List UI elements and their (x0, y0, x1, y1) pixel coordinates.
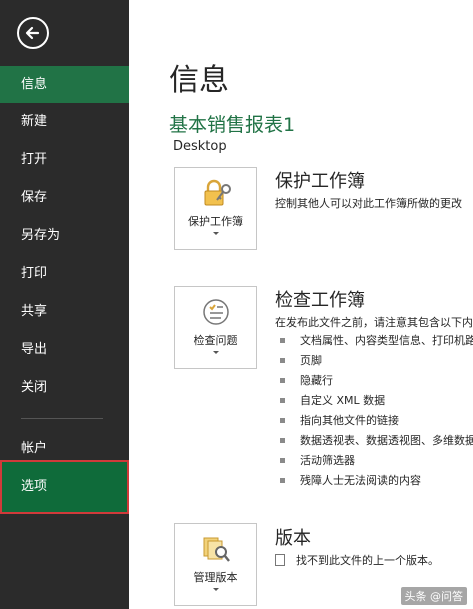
list-item-text: 数据透视表、数据透视图、多维数据集 (300, 434, 473, 447)
protect-workbook-label: 保护工作簿 (188, 215, 243, 228)
inspect-section-description: 在发布此文件之前，请注意其包含以下内容 (275, 316, 473, 329)
versions-status: 找不到此文件的上一个版本。 (275, 552, 439, 568)
list-item-text: 残障人士无法阅读的内容 (300, 474, 421, 487)
watermark: 头条 @问答 (400, 587, 467, 605)
chevron-down-icon (213, 588, 219, 591)
nav-item-new[interactable]: 新建 (0, 105, 129, 139)
page-title: 信息 (169, 63, 229, 98)
check-for-issues-label: 检查问题 (193, 334, 238, 347)
manage-versions-label: 管理版本 (193, 571, 238, 584)
versions-status-text: 找不到此文件的上一个版本。 (296, 554, 439, 567)
nav-item-open[interactable]: 打开 (0, 143, 129, 177)
back-arrow-icon[interactable] (17, 17, 49, 49)
list-item-text: 自定义 XML 数据 (300, 394, 386, 407)
list-item: 文档属性、内容类型信息、打印机路径 (279, 331, 473, 351)
list-item: 残障人士无法阅读的内容 (279, 471, 473, 491)
lock-key-icon (204, 179, 231, 206)
list-item: 页脚 (279, 351, 473, 371)
backstage-sidebar: 信息 新建 打开 保存 另存为 打印 共享 导出 关闭 帐户 选项 (0, 0, 129, 609)
bullet-icon (280, 458, 285, 463)
nav-item-account[interactable]: 帐户 (0, 432, 129, 466)
bullet-icon (280, 418, 285, 423)
nav-item-info[interactable]: 信息 (0, 66, 129, 103)
bullet-icon (280, 398, 285, 403)
inspect-items-list: 文档属性、内容类型信息、打印机路径 页脚 隐藏行 自定义 XML 数据 指向其他… (279, 331, 473, 491)
list-item: 隐藏行 (279, 371, 473, 391)
bullet-icon (280, 438, 285, 443)
nav-divider (21, 418, 103, 419)
back-arrow-glyph (25, 26, 40, 40)
nav-item-export[interactable]: 导出 (0, 333, 129, 367)
list-item-text: 隐藏行 (300, 374, 333, 387)
bullet-icon (280, 338, 285, 343)
inspect-section-title: 检查工作簿 (275, 290, 365, 311)
chevron-down-icon (213, 351, 219, 354)
document-icon (275, 554, 285, 566)
nav-item-close[interactable]: 关闭 (0, 371, 129, 405)
list-item: 数据透视表、数据透视图、多维数据集 (279, 431, 473, 451)
nav-item-options[interactable]: 选项 (0, 460, 129, 514)
protect-workbook-button[interactable]: 保护工作簿 (174, 167, 257, 250)
protect-section-title: 保护工作簿 (275, 171, 365, 192)
chevron-down-icon (213, 232, 219, 235)
nav-item-print[interactable]: 打印 (0, 257, 129, 291)
list-item: 自定义 XML 数据 (279, 391, 473, 411)
nav-item-share[interactable]: 共享 (0, 295, 129, 329)
check-for-issues-button[interactable]: 检查问题 (174, 286, 257, 369)
protect-section-description: 控制其他人可以对此工作簿所做的更改 (275, 197, 462, 210)
bullet-icon (280, 358, 285, 363)
list-item: 活动筛选器 (279, 451, 473, 471)
bullet-icon (280, 478, 285, 483)
document-path[interactable]: Desktop (173, 139, 227, 154)
nav-item-save-as[interactable]: 另存为 (0, 219, 129, 253)
list-item-text: 指向其他文件的链接 (300, 414, 399, 427)
list-item-text: 页脚 (300, 354, 322, 367)
list-item: 指向其他文件的链接 (279, 411, 473, 431)
versions-section-title: 版本 (275, 528, 311, 549)
nav-item-save[interactable]: 保存 (0, 181, 129, 215)
checklist-icon (203, 299, 229, 325)
info-pane: 信息 基本销售报表1 Desktop 保护工作簿 保护工作簿 控制其他人可以对此… (129, 0, 473, 609)
manage-versions-button[interactable]: 管理版本 (174, 523, 257, 606)
document-name: 基本销售报表1 (169, 114, 296, 136)
list-item-text: 文档属性、内容类型信息、打印机路径 (300, 334, 473, 347)
versions-search-icon (203, 537, 230, 562)
bullet-icon (280, 378, 285, 383)
list-item-text: 活动筛选器 (300, 454, 355, 467)
